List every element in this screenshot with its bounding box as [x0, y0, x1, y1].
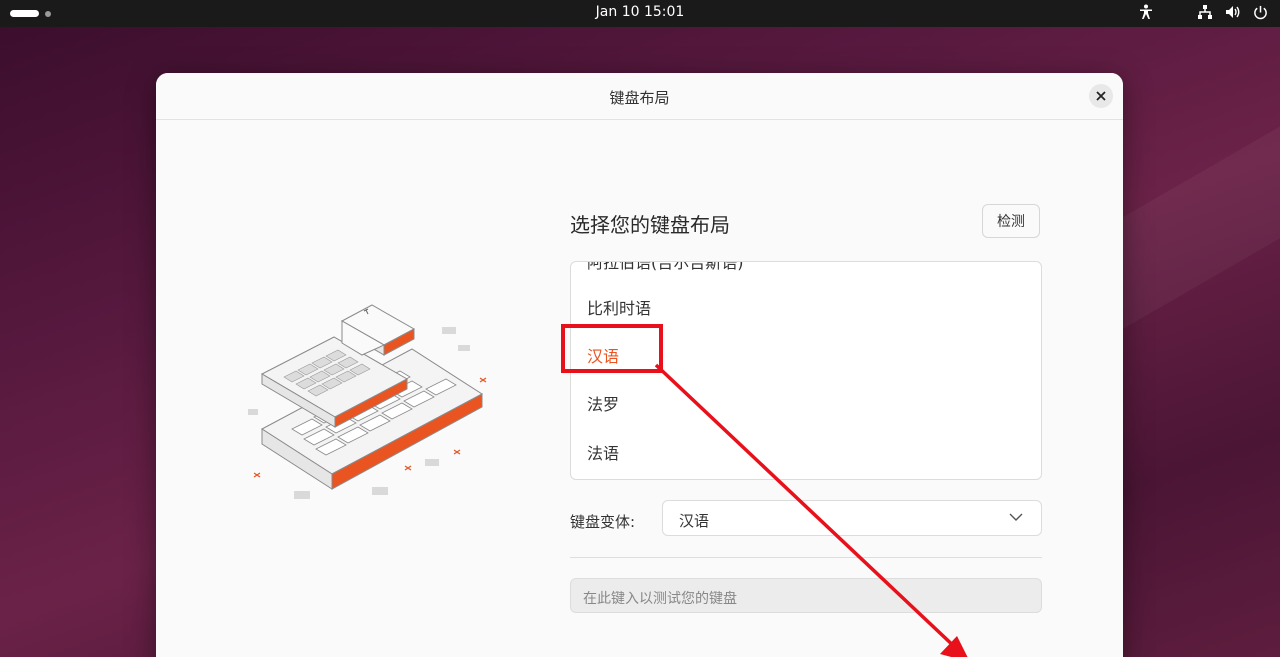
close-button[interactable]: [1089, 84, 1113, 108]
test-input-placeholder: 在此键入以测试您的键盘: [583, 591, 737, 607]
divider: [570, 557, 1042, 558]
page-heading: 选择您的键盘布局: [570, 213, 730, 237]
accessibility-icon[interactable]: [1139, 4, 1153, 20]
keyboard-test-input[interactable]: 在此键入以测试您的键盘: [570, 578, 1042, 613]
list-item[interactable]: 法罗: [587, 391, 619, 415]
dialog-header: 键盘布局: [156, 73, 1123, 120]
variant-label: 键盘变体:: [570, 513, 636, 531]
list-item[interactable]: 阿拉伯语(吉尔吉斯语): [587, 262, 744, 273]
annotation-highlight-box: [561, 324, 663, 373]
network-icon[interactable]: [1197, 4, 1213, 20]
clock[interactable]: Jan 10 15:01: [0, 4, 1280, 20]
list-item[interactable]: 比利时语: [587, 295, 651, 319]
close-icon: [1096, 91, 1106, 101]
variant-dropdown[interactable]: 汉语: [662, 500, 1042, 536]
system-tray[interactable]: [1139, 4, 1268, 20]
variant-value: 汉语: [679, 512, 710, 530]
keyboard-illustration: [248, 304, 487, 499]
top-bar: Jan 10 15:01: [0, 0, 1280, 27]
power-icon[interactable]: [1253, 5, 1268, 20]
dialog-title: 键盘布局: [609, 89, 670, 107]
detect-button[interactable]: 检测: [982, 204, 1040, 238]
volume-icon[interactable]: [1225, 4, 1241, 20]
chevron-down-icon: [1009, 513, 1023, 521]
list-item[interactable]: 法语: [587, 440, 619, 464]
